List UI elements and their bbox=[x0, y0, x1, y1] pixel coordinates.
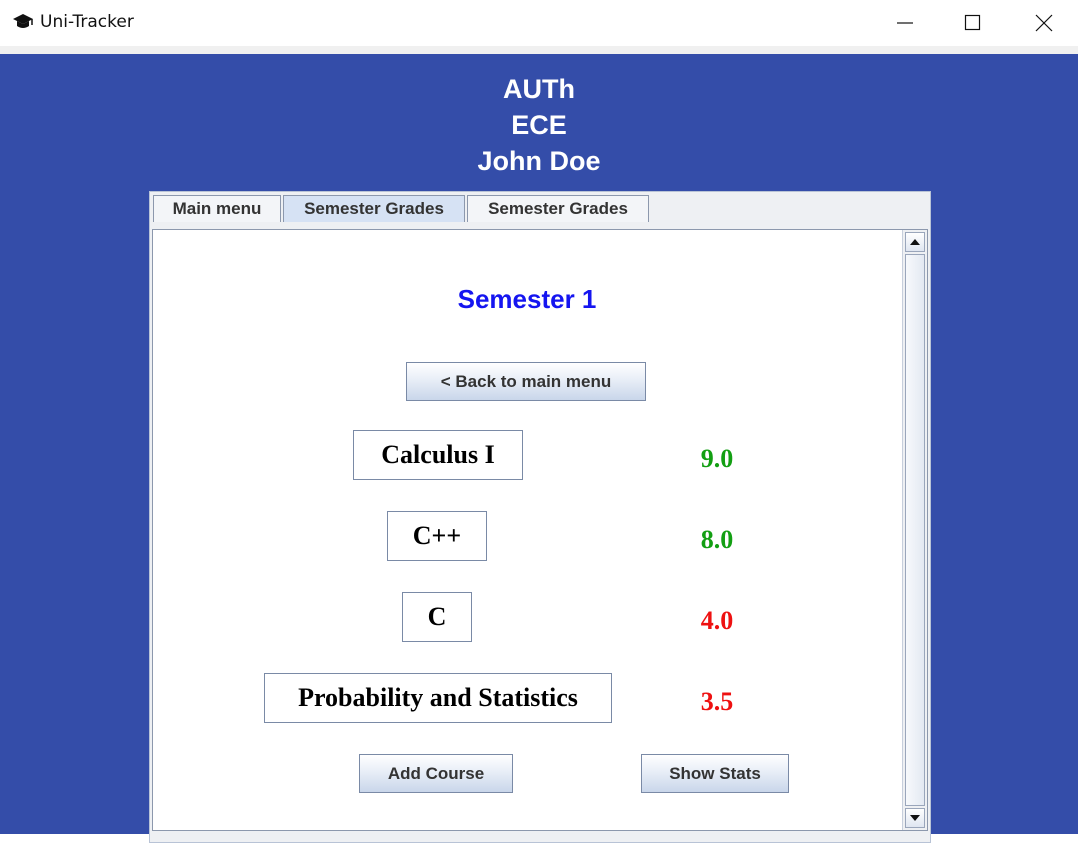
main-content: AUTh ECE John Doe Main menu Semester Gra… bbox=[0, 54, 1078, 843]
window-title: Uni-Tracker bbox=[40, 12, 134, 32]
tab-main-menu[interactable]: Main menu bbox=[153, 195, 281, 222]
back-to-main-menu-button[interactable]: < Back to main menu bbox=[406, 362, 646, 401]
minimize-icon bbox=[897, 22, 913, 24]
course-name-calculus[interactable]: Calculus I bbox=[353, 430, 523, 480]
arrow-up-icon bbox=[910, 239, 920, 245]
course-name-cpp[interactable]: C++ bbox=[387, 511, 487, 561]
window-title-bar: Uni-Tracker bbox=[0, 0, 1078, 47]
course-grade-c: 4.0 bbox=[700, 606, 734, 635]
scroll-up-button[interactable] bbox=[905, 232, 925, 252]
show-stats-button[interactable]: Show Stats bbox=[641, 754, 789, 793]
title-bar-separator bbox=[0, 46, 1078, 54]
semester-panel: Semester 1 < Back to main menu Calculus … bbox=[152, 229, 928, 831]
student-name-label: John Doe bbox=[477, 146, 601, 176]
close-icon bbox=[1035, 14, 1053, 32]
course-name-c[interactable]: C bbox=[402, 592, 472, 642]
add-course-button[interactable]: Add Course bbox=[359, 754, 513, 793]
graduation-cap-icon bbox=[12, 13, 34, 31]
semester-title: Semester 1 bbox=[457, 284, 597, 314]
minimize-button[interactable] bbox=[872, 0, 938, 46]
department-label: ECE bbox=[511, 110, 567, 140]
vertical-scrollbar[interactable] bbox=[902, 230, 927, 830]
scrollbar-thumb[interactable] bbox=[905, 254, 925, 806]
close-button[interactable] bbox=[1011, 0, 1077, 46]
course-grade-calculus: 9.0 bbox=[700, 444, 734, 473]
scroll-down-button[interactable] bbox=[905, 808, 925, 828]
arrow-down-icon bbox=[910, 815, 920, 821]
tab-semester-grades-1[interactable]: Semester Grades bbox=[283, 195, 465, 222]
university-label: AUTh bbox=[503, 74, 575, 104]
maximize-icon bbox=[964, 14, 981, 31]
course-name-probability[interactable]: Probability and Statistics bbox=[264, 673, 612, 723]
course-grade-cpp: 8.0 bbox=[700, 525, 734, 554]
maximize-button[interactable] bbox=[940, 0, 1006, 46]
tabbed-pane: Main menu Semester Grades Semester Grade… bbox=[149, 191, 931, 843]
tab-semester-grades-2[interactable]: Semester Grades bbox=[467, 195, 649, 222]
course-grade-probability: 3.5 bbox=[700, 687, 734, 716]
